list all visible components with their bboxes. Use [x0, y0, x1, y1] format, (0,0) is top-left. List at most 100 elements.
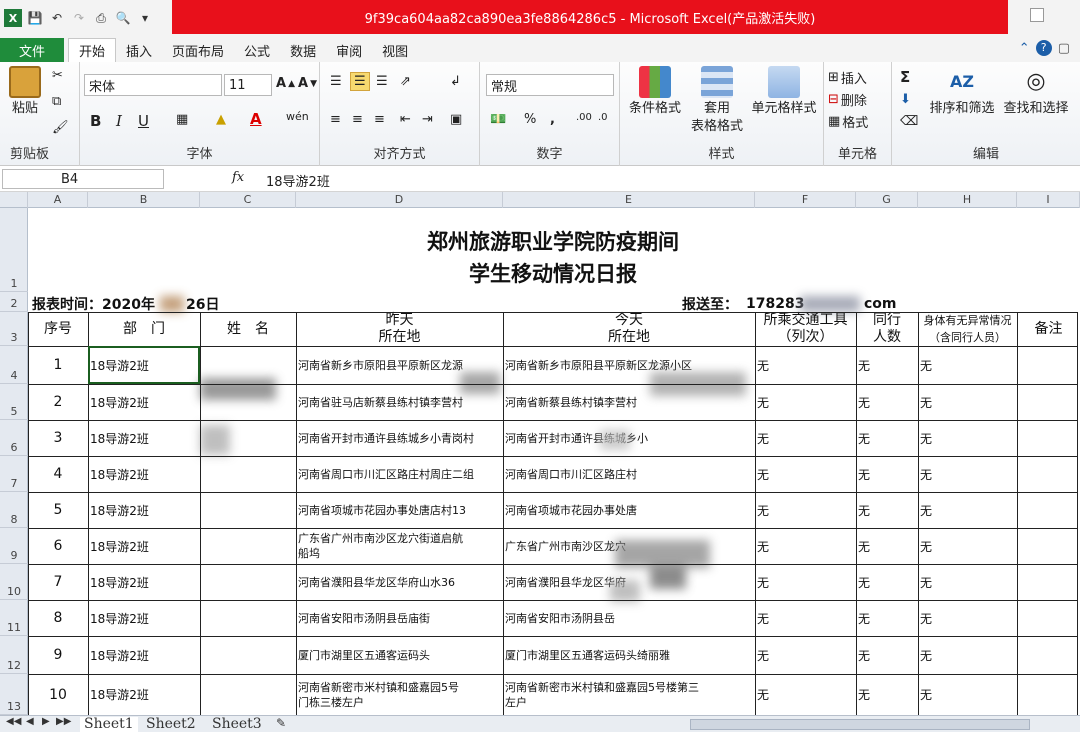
print-preview-icon[interactable]: 🔍 [114, 9, 132, 27]
cell-transport[interactable]: 无 [757, 636, 854, 674]
column-header[interactable]: C [200, 192, 296, 208]
increase-indent-icon[interactable]: ⇥ [422, 112, 433, 127]
sort-filter-button[interactable]: AZ 排序和筛选 [926, 66, 998, 118]
cell-today[interactable]: 厦门市湖里区五通客运码头绮丽雅 [505, 636, 753, 674]
cell-peers[interactable]: 无 [858, 528, 916, 564]
cell-health[interactable]: 无 [920, 674, 1015, 715]
cell-today[interactable]: 河南省新密市米村镇和盛嘉园5号楼第三 左户 [505, 674, 753, 715]
cell-no[interactable]: 1 [30, 346, 86, 384]
row-header[interactable]: 11 [0, 600, 28, 636]
font-color-icon[interactable]: A [250, 110, 262, 128]
tab-review[interactable]: 审阅 [326, 38, 372, 62]
row-header[interactable]: 13 [0, 674, 28, 715]
cell-peers[interactable]: 无 [858, 456, 916, 492]
help-icon[interactable]: ? [1035, 40, 1052, 56]
row-header[interactable]: 3 [0, 312, 28, 346]
column-header[interactable]: A [28, 192, 88, 208]
cell-dept[interactable]: 18导游2班 [90, 674, 198, 715]
sheet-tab-1[interactable]: Sheet1 [80, 717, 138, 733]
cell-peers[interactable]: 无 [858, 492, 916, 528]
select-all-corner[interactable] [0, 192, 28, 208]
cell-transport[interactable]: 无 [757, 674, 854, 715]
header-transport[interactable]: 所乘交通工具 （列次） [755, 312, 856, 346]
cell-no[interactable]: 2 [30, 384, 86, 420]
sheet-tab-3[interactable]: Sheet3 [212, 717, 262, 733]
horizontal-scrollbar[interactable] [690, 719, 1030, 730]
send-to-number[interactable]: 178283 [746, 296, 804, 312]
autosum-icon[interactable]: Σ [900, 68, 910, 86]
tab-page-layout[interactable]: 页面布局 [162, 38, 234, 62]
conditional-format-button[interactable]: 条件格式 [624, 66, 686, 118]
row-header[interactable]: 4 [0, 346, 28, 384]
cell-yesterday[interactable]: 河南省安阳市汤阴县岳庙街 [298, 600, 501, 636]
border-icon[interactable]: ▦ [176, 112, 188, 127]
column-header[interactable]: H [918, 192, 1017, 208]
column-header[interactable]: D [296, 192, 503, 208]
tab-view[interactable]: 视图 [372, 38, 418, 62]
find-select-button[interactable]: ◎ 查找和选择 [1000, 66, 1072, 118]
decrease-indent-icon[interactable]: ⇤ [400, 112, 411, 127]
cell-today[interactable]: 河南省安阳市汤阴县岳 [505, 600, 753, 636]
tab-data[interactable]: 数据 [280, 38, 326, 62]
send-to-label[interactable]: 报送至： [682, 296, 738, 312]
cell-yesterday[interactable]: 河南省濮阳县华龙区华府山水36 [298, 564, 501, 600]
row-header[interactable]: 2 [0, 292, 28, 312]
column-header[interactable]: E [503, 192, 755, 208]
header-health[interactable]: 身体有无异常情况 （含同行人员） [918, 312, 1017, 346]
format-as-table-button[interactable]: 套用 表格格式 [684, 66, 750, 136]
formula-input[interactable]: 18导游2班 [266, 171, 330, 190]
cell-health[interactable]: 无 [920, 384, 1015, 420]
cell-transport[interactable]: 无 [757, 346, 854, 384]
insert-cells-button[interactable]: ⊞ 插入 [828, 68, 867, 87]
cell-transport[interactable]: 无 [757, 528, 854, 564]
name-box[interactable]: B4 [2, 169, 164, 189]
sheet-tab-2[interactable]: Sheet2 [146, 717, 196, 733]
cell-peers[interactable]: 无 [858, 346, 916, 384]
insert-function-icon[interactable]: fx [232, 170, 244, 185]
cell-dept[interactable]: 18导游2班 [90, 492, 198, 528]
align-left-icon[interactable]: ≡ [330, 112, 341, 127]
tab-insert[interactable]: 插入 [116, 38, 162, 62]
cell-yesterday[interactable]: 广东省广州市南沙区龙穴街道启航 船坞 [298, 528, 501, 564]
cell-peers[interactable]: 无 [858, 674, 916, 715]
row-header[interactable]: 12 [0, 636, 28, 674]
save-icon[interactable]: 💾 [26, 9, 44, 27]
align-center-icon[interactable]: ≡ [352, 112, 363, 127]
header-note[interactable]: 备注 [1017, 312, 1080, 346]
paste-button[interactable]: 粘贴 [6, 66, 44, 118]
cell-dept[interactable]: 18导游2班 [90, 528, 198, 564]
underline-button[interactable]: U [138, 112, 149, 130]
fill-icon[interactable]: ⬇ [900, 92, 911, 107]
align-middle-icon[interactable]: ☰ [350, 72, 370, 91]
cell-dept[interactable]: 18导游2班 [90, 564, 198, 600]
last-sheet-icon[interactable]: ▶▶ [56, 716, 71, 727]
cell-peers[interactable]: 无 [858, 384, 916, 420]
comma-icon[interactable]: , [550, 112, 555, 127]
cell-health[interactable]: 无 [920, 636, 1015, 674]
header-dept[interactable]: 部 门 [88, 312, 200, 346]
cell-health[interactable]: 无 [920, 528, 1015, 564]
cell-health[interactable]: 无 [920, 456, 1015, 492]
percent-icon[interactable]: % [524, 112, 536, 127]
tab-home[interactable]: 开始 [68, 38, 117, 62]
cell-styles-button[interactable]: 单元格样式 [748, 66, 820, 118]
row-header[interactable]: 1 [0, 208, 28, 292]
row-header[interactable]: 10 [0, 564, 28, 600]
clear-icon[interactable]: ⌫ [900, 114, 918, 129]
row-header[interactable]: 8 [0, 492, 28, 528]
cut-icon[interactable]: ✂ [52, 68, 63, 83]
redo-icon[interactable]: ↷ [70, 9, 88, 27]
header-name[interactable]: 姓 名 [200, 312, 296, 346]
cell-transport[interactable]: 无 [757, 384, 854, 420]
align-right-icon[interactable]: ≡ [374, 112, 385, 127]
tab-file[interactable]: 文件 [0, 38, 64, 62]
align-bottom-icon[interactable]: ☰ [376, 74, 388, 89]
row-header[interactable]: 9 [0, 528, 28, 564]
number-format-select[interactable]: 常规 [486, 74, 614, 96]
cell-peers[interactable]: 无 [858, 600, 916, 636]
phonetic-icon[interactable]: wén [286, 110, 309, 123]
column-header[interactable]: G [856, 192, 918, 208]
next-sheet-icon[interactable]: ▶ [42, 716, 50, 727]
orientation-icon[interactable]: ⇗ [400, 74, 411, 89]
cell-peers[interactable]: 无 [858, 636, 916, 674]
